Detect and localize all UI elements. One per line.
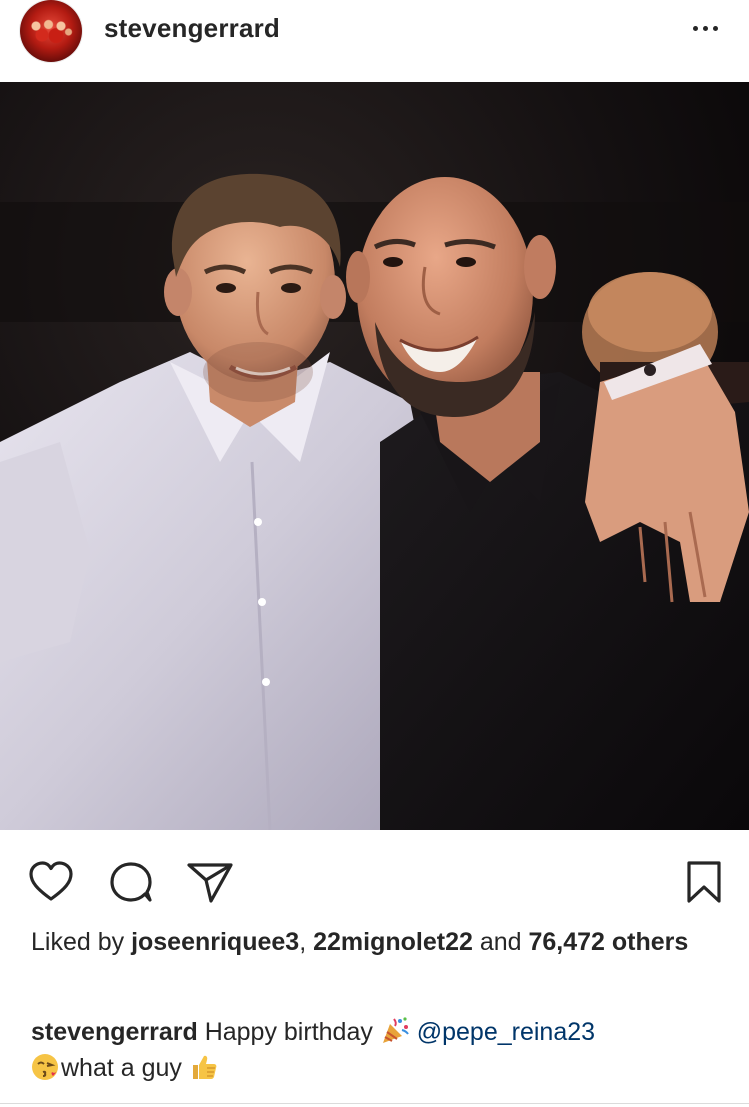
kissing-face-emoji — [31, 1052, 61, 1082]
bookmark-icon[interactable] — [680, 858, 728, 906]
caption-mention[interactable]: @pepe_reina23 — [417, 1018, 595, 1046]
post-caption: stevengerrard Happy birthday @pepe_reina… — [31, 1014, 721, 1086]
party-popper-emoji — [380, 1016, 410, 1046]
bottom-divider — [0, 1103, 749, 1104]
likes-others-count[interactable]: 76,472 others — [529, 928, 689, 956]
caption-author[interactable]: stevengerrard — [31, 1018, 198, 1046]
post-photo[interactable] — [0, 82, 749, 830]
post-photo-image — [0, 82, 749, 830]
liker-username[interactable]: joseenriquee3 — [131, 928, 299, 956]
avatar-image — [26, 14, 76, 44]
paper-plane-icon[interactable] — [186, 858, 234, 906]
post-header: stevengerrard — [0, 0, 749, 80]
likes-and: and — [472, 928, 529, 956]
action-bar — [0, 848, 749, 914]
profile-avatar[interactable] — [20, 0, 82, 62]
more-options-icon[interactable] — [686, 15, 726, 41]
likes-separator: , — [299, 928, 314, 956]
liker-username[interactable]: 22mignolet22 — [313, 928, 473, 956]
caption-text: Happy birthday — [197, 1018, 380, 1046]
comment-icon[interactable] — [107, 858, 155, 906]
likes-prefix: Liked by — [31, 928, 132, 956]
thumbs-up-emoji — [189, 1052, 219, 1082]
heart-icon[interactable] — [27, 858, 75, 906]
caption-text-line-2: what a guy — [61, 1054, 189, 1082]
post-username[interactable]: stevengerrard — [104, 13, 280, 44]
likes-summary: Liked by joseenriquee3, 22mignolet22 and… — [31, 926, 721, 959]
